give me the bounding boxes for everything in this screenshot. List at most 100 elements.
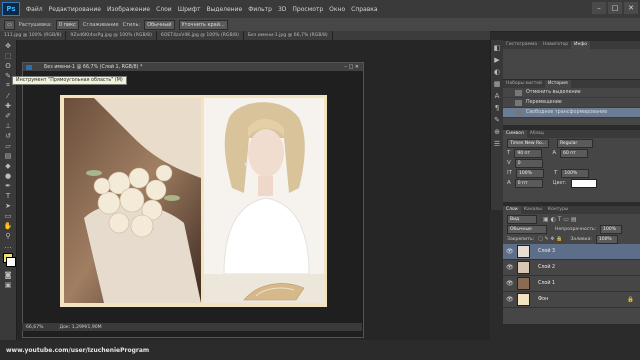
lasso-tool-icon[interactable]: ʘ <box>2 61 14 70</box>
blend-mode-select[interactable]: Обычные <box>507 224 547 234</box>
shape-tool-icon[interactable]: ▭ <box>2 211 14 220</box>
vertical-scale-field[interactable]: 100% <box>515 168 544 178</box>
doc-tab[interactable]: 9Zxd6Kt4ssPg.jpg @ 100% (RGB/8) <box>66 31 157 40</box>
document-title: Без имени-1 @ 66,7% (Слой 1, RGB/8) * <box>44 64 143 70</box>
brush-panel-icon[interactable]: ✎ <box>492 115 502 124</box>
text-color-swatch[interactable] <box>570 178 597 188</box>
zoom-tool-icon[interactable]: ⚲ <box>2 231 14 240</box>
gradient-tool-icon[interactable]: ▤ <box>2 151 14 160</box>
layer-row[interactable]: 👁 Слой 1 <box>503 276 640 292</box>
menu-view[interactable]: Просмотр <box>292 6 323 13</box>
font-style-select[interactable]: Regular <box>557 138 593 148</box>
tab-navigator[interactable]: Навигатор <box>540 41 571 49</box>
baseline-icon: A <box>507 180 511 186</box>
blur-tool-icon[interactable]: ◆ <box>2 161 14 170</box>
tab-paths[interactable]: Контуры <box>545 206 572 214</box>
layer-row[interactable]: 👁 Слой 3 <box>503 244 640 260</box>
styles-panel-icon[interactable]: ▦ <box>492 79 502 88</box>
history-item[interactable]: Отменить выделение <box>503 88 640 98</box>
tab-info[interactable]: Инфо <box>571 41 591 49</box>
tab-layers[interactable]: Слои <box>503 206 521 214</box>
visibility-eye-icon[interactable]: 👁 <box>506 280 514 287</box>
filter-icons[interactable]: ▣ ◐ T ▭ ▤ <box>543 216 577 223</box>
close-button[interactable]: ✕ <box>624 2 638 14</box>
lock-icons[interactable]: ▢ ✎ ✥ 🔒 <box>538 236 562 242</box>
visibility-eye-icon[interactable]: 👁 <box>506 296 514 303</box>
pen-tool-icon[interactable]: ✒ <box>2 181 14 190</box>
type-tool-icon[interactable]: T <box>2 191 14 200</box>
history-step-icon <box>515 109 522 116</box>
tab-history[interactable]: История <box>544 80 571 88</box>
history-item-label: Отменить выделение <box>526 90 581 95</box>
brush-tool-icon[interactable]: ✐ <box>2 111 14 120</box>
leading-field[interactable]: 60 пт <box>560 148 589 158</box>
baseline-field[interactable]: 0 пт <box>514 178 543 188</box>
style-select[interactable]: Обычный <box>144 19 175 30</box>
eyedropper-tool-icon[interactable]: ⁄ <box>2 91 14 100</box>
move-tool-icon[interactable]: ✥ <box>2 41 14 50</box>
menu-window[interactable]: Окно <box>329 6 345 13</box>
eraser-tool-icon[interactable]: ▱ <box>2 141 14 150</box>
minimize-button[interactable]: – <box>592 2 606 14</box>
visibility-eye-icon[interactable]: 👁 <box>506 264 514 271</box>
menu-help[interactable]: Справка <box>351 6 377 13</box>
zoom-level[interactable]: 66,67% <box>26 325 44 330</box>
paragraph-panel-icon[interactable]: ¶ <box>492 103 502 112</box>
menu-filter[interactable]: Фильтр <box>248 6 272 13</box>
document-titlebar[interactable]: Без имени-1 @ 66,7% (Слой 1, RGB/8) * – … <box>23 63 363 71</box>
history-item-selected[interactable]: Свободное трансформирование <box>503 108 640 118</box>
menu-file[interactable]: Файл <box>26 6 43 13</box>
color-swatches[interactable] <box>2 252 16 268</box>
doc-tab[interactable]: Без имени-1.jpg @ 66,7% (RGB/8) <box>244 31 333 40</box>
tracking-field[interactable]: 0 <box>514 158 543 168</box>
menu-layers[interactable]: Слои <box>156 6 172 13</box>
healing-tool-icon[interactable]: ✚ <box>2 101 14 110</box>
layer-row[interactable]: 👁 Фон 🔒 <box>503 292 640 308</box>
history-item[interactable]: Перемещение <box>503 98 640 108</box>
fill-field[interactable]: 100% <box>595 234 618 244</box>
tab-brush-presets[interactable]: Наборы кистей <box>503 80 545 88</box>
doc-window-controls-icon[interactable]: – □ ✕ <box>344 64 359 70</box>
properties-panel-icon[interactable]: ☰ <box>492 139 502 148</box>
tab-paragraph[interactable]: Абзац <box>527 130 547 138</box>
character-panel-icon[interactable]: A <box>492 91 502 100</box>
horizontal-scale-field[interactable]: 100% <box>561 168 590 178</box>
maximize-button[interactable]: □ <box>608 2 622 14</box>
dodge-tool-icon[interactable]: ● <box>2 171 14 180</box>
menu-3d[interactable]: 3D <box>278 6 286 13</box>
doc-tab[interactable]: 111.jpg @ 100% (RGB/8) <box>0 31 67 40</box>
hand-tool-icon[interactable]: ✋ <box>2 221 14 230</box>
doc-size[interactable]: Док: 1,29M/1,90M <box>60 325 102 330</box>
doc-tab[interactable]: 6OET4zxV4K.jpg @ 100% (RGB/8) <box>157 31 244 40</box>
visibility-eye-icon[interactable]: 👁 <box>506 248 514 255</box>
menu-select[interactable]: Выделение <box>206 6 242 13</box>
menu-type[interactable]: Шрифт <box>178 6 201 13</box>
actions-panel-icon[interactable]: ▶ <box>492 55 502 64</box>
history-panel-icon[interactable]: ◧ <box>492 43 502 52</box>
font-size-field[interactable]: 90 пт <box>514 148 543 158</box>
background-color-swatch[interactable] <box>6 257 16 267</box>
layer-filter-select[interactable]: Вид <box>507 214 537 224</box>
history-brush-icon[interactable]: ↺ <box>2 131 14 140</box>
screen-mode-icon[interactable]: ▣ <box>2 280 14 289</box>
tab-character[interactable]: Символ <box>503 130 527 138</box>
feather-input[interactable]: 0 пикс <box>55 19 79 30</box>
layer-row[interactable]: 👁 Слой 2 <box>503 260 640 276</box>
menu-image[interactable]: Изображение <box>107 6 150 13</box>
opacity-field[interactable]: 100% <box>600 224 623 234</box>
refine-edge-button[interactable]: Уточнить край... <box>178 19 228 30</box>
tab-histogram[interactable]: Гистограмма <box>503 41 540 49</box>
photoshop-logo: Ps <box>2 2 20 16</box>
adjustments-panel-icon[interactable]: ◐ <box>492 67 502 76</box>
font-family-select[interactable]: Times New Ro... <box>507 138 549 148</box>
tab-channels[interactable]: Каналы <box>521 206 545 214</box>
marquee-tool-icon[interactable]: ⬚ <box>2 51 14 60</box>
marquee-tool-preset-icon[interactable]: ▭ <box>4 19 15 30</box>
more-tools-icon[interactable]: … <box>2 241 14 250</box>
quick-mask-icon[interactable]: ◙ <box>2 270 14 279</box>
menu-edit[interactable]: Редактирование <box>49 6 101 13</box>
antialias-checkbox[interactable]: Сглаживание <box>83 22 119 28</box>
stamp-tool-icon[interactable]: ⊥ <box>2 121 14 130</box>
path-select-tool-icon[interactable]: ➤ <box>2 201 14 210</box>
clone-source-icon[interactable]: ⊕ <box>492 127 502 136</box>
